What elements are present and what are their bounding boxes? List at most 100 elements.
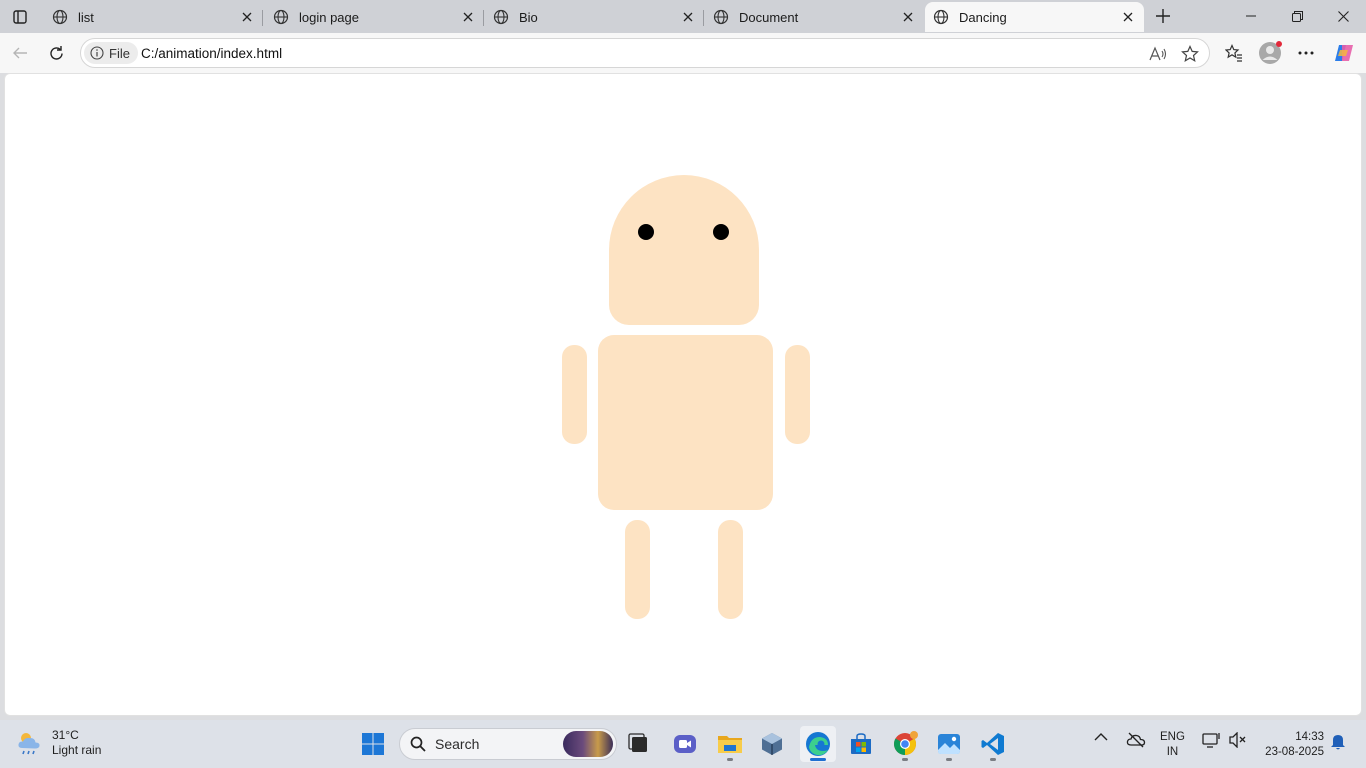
read-aloud-button[interactable] xyxy=(1147,43,1169,65)
close-icon xyxy=(242,12,252,22)
tab-label: Document xyxy=(739,9,799,25)
vscode-icon xyxy=(981,733,1004,755)
input-language-indicator[interactable]: ENG IN xyxy=(1160,730,1185,760)
robot-left-leg xyxy=(625,520,650,619)
start-button[interactable] xyxy=(355,726,391,762)
tab-close-button[interactable] xyxy=(900,9,916,25)
virtualbox-button[interactable] xyxy=(754,726,790,762)
robot-left-eye xyxy=(638,224,654,240)
tab-label: list xyxy=(78,9,94,25)
read-aloud-icon xyxy=(1149,46,1167,61)
show-hidden-icons-button[interactable] xyxy=(1094,732,1108,742)
globe-icon xyxy=(493,9,509,25)
teams-meet-button[interactable] xyxy=(667,726,703,762)
site-info-label: File xyxy=(109,45,130,61)
minimize-button[interactable] xyxy=(1228,0,1274,32)
tab-dancing[interactable]: Dancing xyxy=(925,2,1144,32)
photos-button[interactable] xyxy=(931,726,967,762)
microsoft-store-button[interactable] xyxy=(843,726,879,762)
tab-actions-icon xyxy=(13,10,27,24)
copilot-button[interactable] xyxy=(1330,39,1358,67)
restore-button[interactable] xyxy=(1274,0,1320,32)
refresh-icon xyxy=(49,45,63,60)
chrome-icon xyxy=(894,731,918,755)
copilot-icon xyxy=(1335,45,1353,61)
bell-icon xyxy=(1331,735,1345,750)
taskbar: 31°C Light rain Search ENG IN 14:33 23-0… xyxy=(0,720,1366,768)
search-icon xyxy=(410,736,426,752)
video-chat-icon xyxy=(674,735,696,753)
site-info-button[interactable]: File xyxy=(84,42,138,64)
robot-head xyxy=(609,175,759,325)
tab-close-button[interactable] xyxy=(239,9,255,25)
virtualbox-icon xyxy=(762,733,782,755)
tab-strip: list login page Bio Document Dancing xyxy=(0,0,1366,33)
clock-date: 23-08-2025 xyxy=(1265,746,1324,758)
browser-toolbar: File C:/animation/index.html xyxy=(0,33,1366,73)
globe-icon xyxy=(933,9,949,25)
url-text[interactable]: C:/animation/index.html xyxy=(141,46,282,61)
notifications-button[interactable] xyxy=(1330,732,1346,750)
search-placeholder: Search xyxy=(435,736,480,752)
tab-label: login page xyxy=(299,9,359,25)
address-bar[interactable]: File C:/animation/index.html xyxy=(80,38,1210,68)
tab-label: Dancing xyxy=(959,9,1007,25)
volume-button[interactable] xyxy=(1229,732,1247,748)
search-highlight-image xyxy=(563,731,613,757)
tab-login-page[interactable]: login page xyxy=(265,2,484,32)
edge-button[interactable] xyxy=(800,726,836,762)
close-icon xyxy=(683,12,693,22)
tab-close-button[interactable] xyxy=(680,9,696,25)
globe-icon xyxy=(273,9,289,25)
windows-logo-icon xyxy=(362,733,384,755)
page-viewport xyxy=(4,73,1362,716)
close-window-button[interactable] xyxy=(1320,0,1366,32)
restore-icon xyxy=(1291,10,1303,22)
file-explorer-button[interactable] xyxy=(712,726,748,762)
close-icon xyxy=(1123,12,1133,22)
tab-close-button[interactable] xyxy=(1120,9,1136,25)
tab-close-button[interactable] xyxy=(460,9,476,25)
add-favorite-button[interactable] xyxy=(1179,43,1201,65)
photos-icon xyxy=(938,734,960,754)
weather-widget[interactable]: 31°C Light rain xyxy=(16,728,101,758)
tab-document[interactable]: Document xyxy=(705,2,924,32)
tab-bio[interactable]: Bio xyxy=(485,2,704,32)
robot-right-arm xyxy=(785,345,810,444)
close-icon xyxy=(1337,10,1349,22)
clock-time: 14:33 xyxy=(1295,731,1324,743)
new-tab-button[interactable] xyxy=(1150,4,1176,28)
profile-button[interactable] xyxy=(1256,39,1284,67)
close-icon xyxy=(903,12,913,22)
task-view-icon xyxy=(628,733,647,752)
region-code: IN xyxy=(1166,746,1179,758)
favorites-button[interactable] xyxy=(1220,39,1248,67)
info-icon xyxy=(90,46,104,60)
more-menu-button[interactable] xyxy=(1292,39,1320,67)
system-clock[interactable]: 14:33 23-08-2025 xyxy=(1258,730,1324,760)
refresh-button[interactable] xyxy=(42,39,70,67)
cloud-offline-icon xyxy=(1126,732,1146,748)
vscode-button[interactable] xyxy=(975,726,1011,762)
robot-right-eye xyxy=(713,224,729,240)
tab-list[interactable]: list xyxy=(44,2,263,32)
taskbar-search-box[interactable]: Search xyxy=(399,728,617,760)
chrome-button[interactable] xyxy=(887,726,923,762)
back-button[interactable] xyxy=(6,39,34,67)
edge-icon xyxy=(806,732,830,756)
network-button[interactable] xyxy=(1202,732,1220,748)
close-icon xyxy=(463,12,473,22)
weather-condition: Light rain xyxy=(52,743,102,757)
network-icon xyxy=(1202,733,1220,748)
robot-body xyxy=(598,335,773,510)
more-icon xyxy=(1298,51,1314,55)
robot-left-arm xyxy=(562,345,587,444)
language-code: ENG xyxy=(1160,731,1185,743)
store-icon xyxy=(851,733,871,754)
volume-muted-icon xyxy=(1229,732,1246,748)
weather-temperature: 31°C xyxy=(52,728,79,742)
task-view-button[interactable] xyxy=(621,726,657,762)
globe-icon xyxy=(713,9,729,25)
onedrive-button[interactable] xyxy=(1126,732,1146,748)
tab-actions-button[interactable] xyxy=(6,6,34,28)
